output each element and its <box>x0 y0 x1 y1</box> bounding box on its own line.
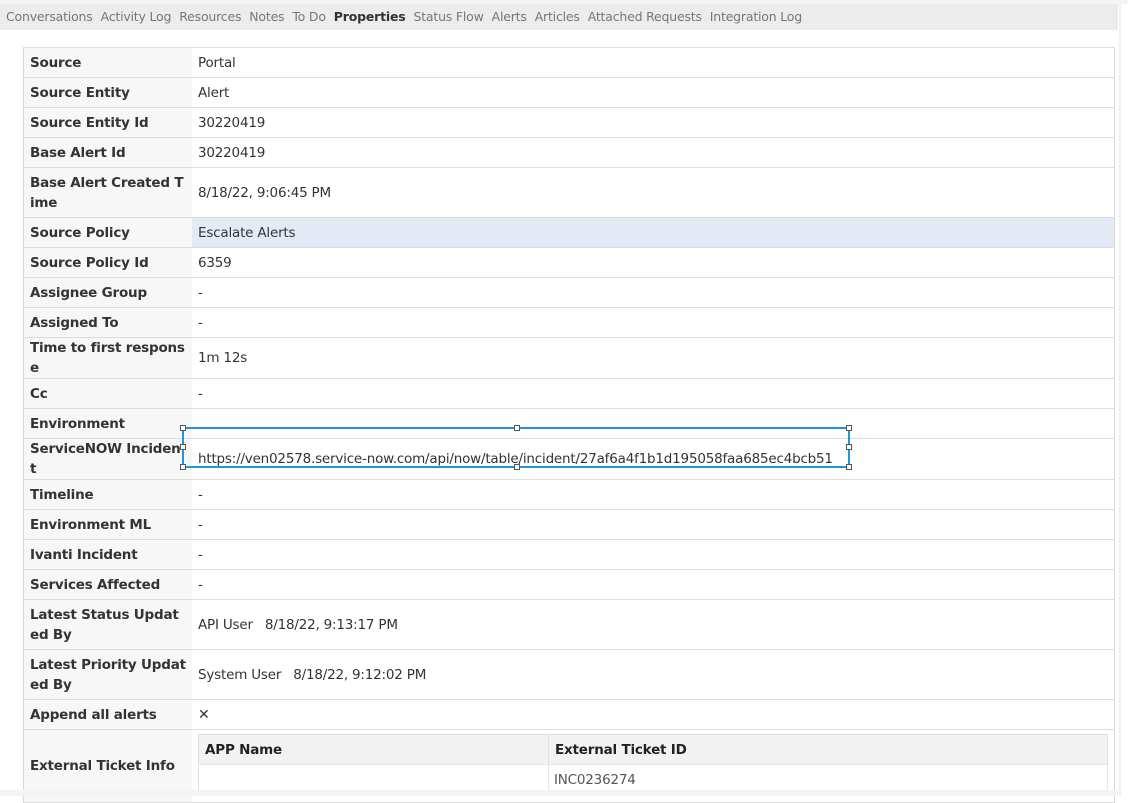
external-ticket-table: APP Name External Ticket ID INC0236274 <box>198 734 1108 796</box>
property-value: 1m 12s <box>192 337 1115 379</box>
property-row-source: Source Portal <box>23 47 1115 78</box>
property-value: - <box>192 509 1115 540</box>
updated-by-user: API User <box>198 616 253 633</box>
property-label: Cc <box>23 378 192 409</box>
property-label: Source Entity Id <box>23 107 192 138</box>
column-header-app-name: APP Name <box>198 734 549 765</box>
property-row-base-alert-created-time: Base Alert Created Time 8/18/22, 9:06:45… <box>23 167 1115 218</box>
property-label: Source Policy Id <box>23 247 192 278</box>
property-value: 6359 <box>192 247 1115 278</box>
properties-table: Source Portal Source Entity Alert Source… <box>23 47 1115 803</box>
property-value: 30220419 <box>192 137 1115 168</box>
property-value: - <box>192 569 1115 600</box>
tab-activity-log[interactable]: Activity Log <box>95 8 172 26</box>
tab-notes[interactable]: Notes <box>243 8 284 26</box>
property-row-time-to-first-response: Time to first response 1m 12s <box>23 337 1115 379</box>
tab-alerts[interactable]: Alerts <box>486 8 527 26</box>
property-label: Base Alert Id <box>23 137 192 168</box>
property-label: Source <box>23 47 192 78</box>
property-row-latest-priority-updated-by: Latest Priority Updated By System User 8/… <box>23 649 1115 700</box>
tab-attached-requests[interactable]: Attached Requests <box>582 8 702 26</box>
property-row-source-entity-id: Source Entity Id 30220419 <box>23 107 1115 138</box>
x-icon: ✕ <box>198 706 210 723</box>
property-row-source-policy-id: Source Policy Id 6359 <box>23 247 1115 278</box>
column-header-external-ticket-id: External Ticket ID <box>548 734 1108 765</box>
updated-by-user: System User <box>198 666 282 683</box>
updated-time: 8/18/22, 9:13:17 PM <box>264 616 398 633</box>
property-label: Latest Status Updated By <box>23 599 192 650</box>
property-value: System User 8/18/22, 9:12:02 PM <box>192 649 1115 700</box>
property-row-base-alert-id: Base Alert Id 30220419 <box>23 137 1115 168</box>
external-ticket-header: APP Name External Ticket ID <box>198 734 1108 765</box>
updated-time: 8/18/22, 9:12:02 PM <box>293 666 427 683</box>
tab-articles[interactable]: Articles <box>529 8 580 26</box>
tab-bar: Conversations Activity Log Resources Not… <box>0 4 1118 30</box>
property-label: Assignee Group <box>23 277 192 308</box>
property-label: Time to first response <box>23 337 192 379</box>
property-row-source-entity: Source Entity Alert <box>23 77 1115 108</box>
property-value[interactable]: Escalate Alerts <box>192 217 1115 248</box>
property-label: Services Affected <box>23 569 192 600</box>
property-row-services-affected: Services Affected - <box>23 569 1115 600</box>
property-label: ServiceNOW Incident <box>23 438 192 480</box>
property-label: Environment ML <box>23 509 192 540</box>
bottom-strip <box>0 790 1118 796</box>
property-row-source-policy: Source Policy Escalate Alerts <box>23 217 1115 248</box>
property-label: Timeline <box>23 479 192 510</box>
property-label: Ivanti Incident <box>23 539 192 570</box>
property-value: - <box>192 479 1115 510</box>
tab-status-flow[interactable]: Status Flow <box>407 8 483 26</box>
property-value <box>192 408 1115 439</box>
tab-resources[interactable]: Resources <box>173 8 241 26</box>
property-row-assigned-to: Assigned To - <box>23 307 1115 338</box>
property-row-ivanti-incident: Ivanti Incident - <box>23 539 1115 570</box>
property-value: - <box>192 277 1115 308</box>
property-row-timeline: Timeline - <box>23 479 1115 510</box>
property-label: Append all alerts <box>23 699 192 730</box>
property-value: 30220419 <box>192 107 1115 138</box>
property-row-servicenow-incident: ServiceNOW Incident https://ven02578.ser… <box>23 438 1115 480</box>
property-row-cc: Cc - <box>23 378 1115 409</box>
property-row-environment: Environment <box>23 408 1115 439</box>
property-value: - <box>192 307 1115 338</box>
property-row-append-all-alerts: Append all alerts ✕ <box>23 699 1115 730</box>
property-label: Latest Priority Updated By <box>23 649 192 700</box>
property-row-latest-status-updated-by: Latest Status Updated By API User 8/18/22… <box>23 599 1115 650</box>
tab-conversations[interactable]: Conversations <box>0 8 93 26</box>
property-value: 8/18/22, 9:06:45 PM <box>192 167 1115 218</box>
tab-integration-log[interactable]: Integration Log <box>704 8 802 26</box>
property-label: Assigned To <box>23 307 192 338</box>
property-label: Source Policy <box>23 217 192 248</box>
property-value: - <box>192 378 1115 409</box>
tab-properties[interactable]: Properties <box>328 8 406 26</box>
property-value: - <box>192 539 1115 570</box>
property-label: Base Alert Created Time <box>23 167 192 218</box>
servicenow-incident-link[interactable]: https://ven02578.service-now.com/api/now… <box>192 438 1115 480</box>
property-row-assignee-group: Assignee Group - <box>23 277 1115 308</box>
tab-to-do[interactable]: To Do <box>286 8 326 26</box>
property-label: Source Entity <box>23 77 192 108</box>
property-value: Alert <box>192 77 1115 108</box>
scrollbar-track[interactable] <box>1119 4 1121 796</box>
property-value: Portal <box>192 47 1115 78</box>
property-value: ✕ <box>192 699 1115 730</box>
property-label: Environment <box>23 408 192 439</box>
property-row-environment-ml: Environment ML - <box>23 509 1115 540</box>
property-value: API User 8/18/22, 9:13:17 PM <box>192 599 1115 650</box>
